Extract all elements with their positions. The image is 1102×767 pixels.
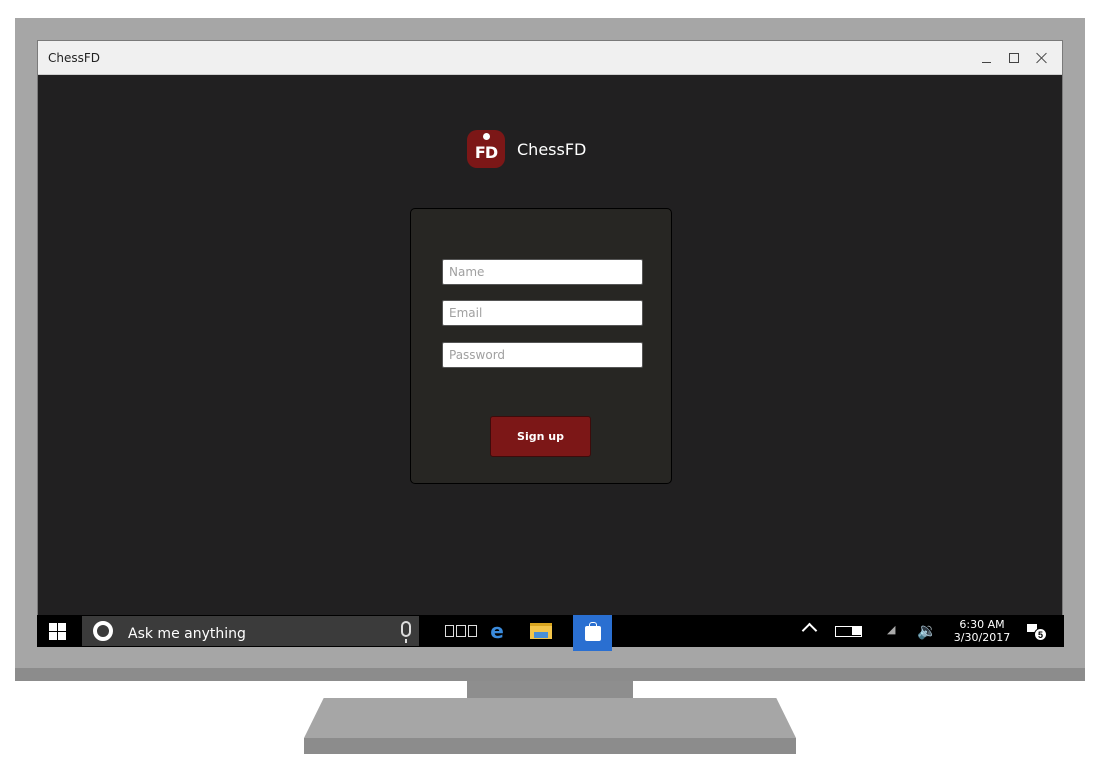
maximize-icon [1009, 53, 1019, 63]
search-placeholder: Ask me anything [128, 626, 246, 642]
email-input[interactable] [442, 300, 643, 326]
signup-button[interactable]: Sign up [490, 416, 591, 457]
system-clock[interactable]: 6:30 AM 3/30/2017 [947, 618, 1017, 647]
microphone-icon[interactable] [401, 621, 411, 643]
brand-name: ChessFD [517, 139, 587, 159]
notification-icon[interactable]: 5 [1025, 622, 1049, 642]
windows-start-icon[interactable] [49, 623, 66, 640]
app-window: ChessFD FD ChessFD Sign up [37, 40, 1063, 616]
taskbar: Ask me anything e ◢ 🔉 6:30 AM 3/30/2017 … [37, 615, 1064, 651]
window-titlebar[interactable]: ChessFD [38, 41, 1062, 75]
chessfd-logo-icon: FD [467, 130, 505, 168]
name-input[interactable] [442, 259, 643, 285]
chevron-up-icon[interactable] [801, 622, 818, 639]
window-title: ChessFD [48, 51, 101, 65]
pawn-icon [483, 133, 490, 140]
file-explorer-icon[interactable] [527, 615, 555, 647]
task-view-icon[interactable] [442, 615, 480, 647]
window-controls [972, 47, 1056, 69]
cortana-search-box[interactable]: Ask me anything [82, 616, 419, 646]
wifi-icon[interactable]: ◢ [887, 623, 895, 636]
store-icon[interactable] [573, 615, 612, 651]
close-icon [1036, 52, 1048, 64]
monitor-stand-base-edge [304, 738, 796, 754]
monitor-bezel-bottom [15, 668, 1085, 681]
edge-icon[interactable]: e [485, 615, 509, 647]
notification-count: 5 [1034, 628, 1047, 641]
minimize-button[interactable] [972, 47, 1000, 69]
monitor-stand-base [304, 698, 796, 738]
battery-icon[interactable] [835, 626, 862, 637]
close-button[interactable] [1028, 47, 1056, 69]
brand-header: FD ChessFD [467, 130, 586, 168]
clock-time: 6:30 AM [959, 618, 1005, 631]
maximize-button[interactable] [1000, 47, 1028, 69]
minimize-icon [981, 61, 991, 63]
signup-card: Sign up [410, 208, 672, 484]
cortana-icon [93, 621, 113, 641]
volume-icon[interactable]: 🔉 [917, 621, 937, 640]
logo-text: FD [474, 142, 498, 162]
clock-date: 3/30/2017 [953, 631, 1011, 644]
password-input[interactable] [442, 342, 643, 368]
